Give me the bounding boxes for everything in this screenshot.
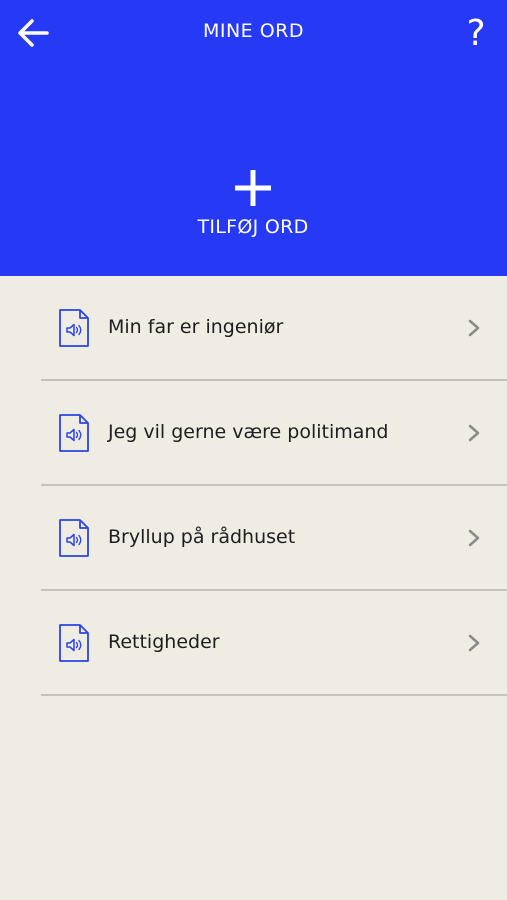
page-title: MINE ORD (202, 20, 305, 42)
chevron-right-icon (468, 424, 480, 442)
list-item[interactable]: Rettigheder (0, 591, 507, 696)
audio-file-icon (59, 309, 89, 347)
divider (41, 694, 507, 696)
plus-icon (235, 170, 271, 206)
header: MINE ORD ? TILFØJ ORD (0, 0, 507, 276)
chevron-right-icon (468, 529, 480, 547)
list-item-label: Min far er ingeniør (108, 316, 284, 338)
add-word-button[interactable]: TILFØJ ORD (153, 168, 353, 256)
chevron-right-icon (468, 319, 480, 337)
list-item[interactable]: Bryllup på rådhuset (0, 486, 507, 591)
list-item-label: Rettigheder (108, 631, 220, 653)
list-item[interactable]: Min far er ingeniør (0, 276, 507, 381)
audio-file-icon (59, 624, 89, 662)
add-word-label: TILFØJ ORD (197, 216, 309, 238)
list-item-label: Jeg vil gerne være politimand (108, 421, 389, 443)
audio-file-icon (59, 414, 89, 452)
list-item-label: Bryllup på rådhuset (108, 526, 296, 548)
help-button[interactable]: ? (461, 12, 491, 54)
chevron-right-icon (468, 634, 480, 652)
word-list: Min far er ingeniør Jeg vil gerne være p… (0, 276, 507, 696)
list-item[interactable]: Jeg vil gerne være politimand (0, 381, 507, 486)
audio-file-icon (59, 519, 89, 557)
